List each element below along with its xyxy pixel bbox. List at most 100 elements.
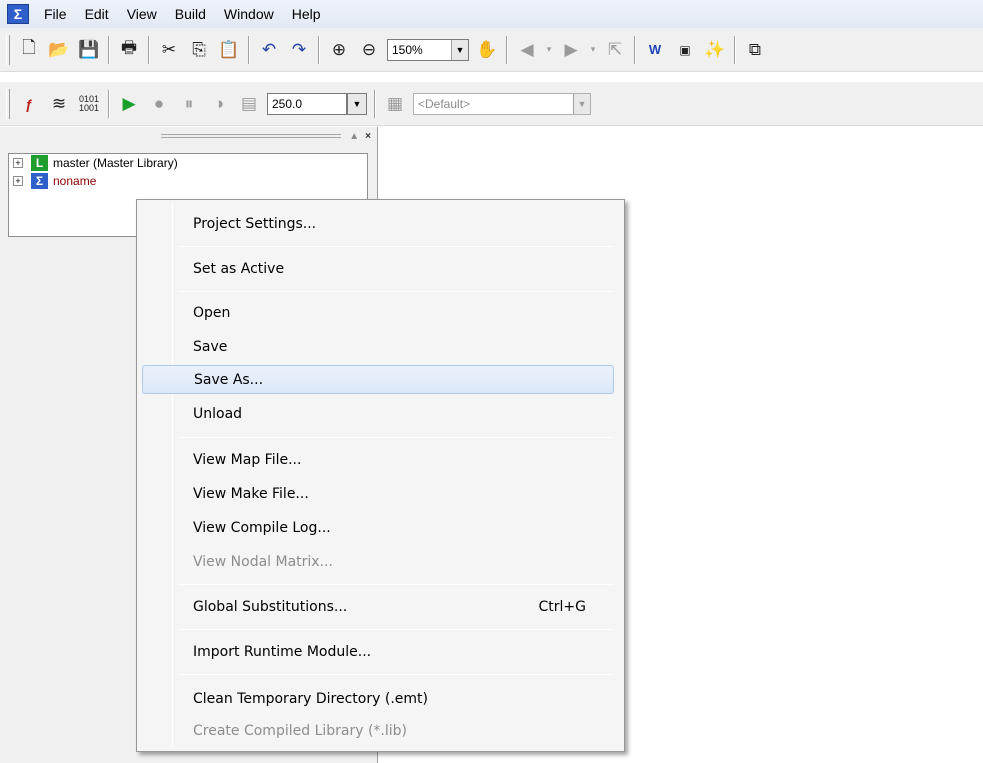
context-menu: Project Settings... Set as Active Open S…: [136, 199, 625, 752]
menu-item-label: Import Runtime Module...: [193, 643, 372, 660]
new-file-icon[interactable]: 🗋: [16, 37, 42, 63]
expand-icon[interactable]: +: [13, 176, 23, 186]
navigate-up-icon[interactable]: ⇱: [602, 37, 628, 63]
menu-item-label: Open: [193, 304, 231, 321]
menu-item-label: Set as Active: [193, 260, 285, 277]
library-icon: L: [31, 155, 48, 171]
project-icon: Σ: [31, 173, 48, 189]
menu-item-label: Clean Temporary Directory (.emt): [193, 690, 428, 707]
pause-icon[interactable]: ⏸: [176, 91, 202, 117]
toolbar-separator: [734, 35, 736, 64]
menu-view[interactable]: View: [118, 0, 166, 28]
toolbar-separator: [506, 35, 508, 64]
menu-item-unload[interactable]: Unload: [142, 399, 614, 428]
waveform-icon[interactable]: W: [642, 37, 668, 63]
menu-item-clean-temporary-directory[interactable]: Clean Temporary Directory (.emt): [142, 684, 614, 713]
save-icon[interactable]: 💾: [76, 37, 102, 63]
speed-value: 250.0: [272, 96, 303, 111]
forward-icon[interactable]: ▶: [558, 37, 584, 63]
record-icon[interactable]: ●: [146, 91, 172, 117]
menu-item-save[interactable]: Save: [142, 332, 614, 361]
menu-item-label: Save: [193, 338, 228, 355]
menu-item-label: View Make File...: [193, 485, 309, 502]
toolbar-separator: [248, 35, 250, 64]
zoom-combo[interactable]: 150% ▼: [387, 38, 469, 61]
copy-icon[interactable]: ⎘: [186, 37, 212, 63]
chevron-down-icon[interactable]: ▼: [348, 93, 366, 114]
binoculars-icon[interactable]: ⧉: [742, 37, 768, 63]
config-icon[interactable]: ▦: [382, 91, 408, 117]
toolbar-separator: [374, 89, 376, 118]
snapshot-icon[interactable]: ▤: [236, 91, 262, 117]
back-icon[interactable]: ◀: [514, 37, 540, 63]
paste-icon[interactable]: 📋: [216, 37, 242, 63]
menu-item-label: Save As...: [194, 371, 264, 388]
forward-dropdown-icon[interactable]: ▾: [588, 37, 598, 63]
menu-gutter: [172, 203, 173, 748]
menu-item-view-nodal-matrix: View Nodal Matrix...: [142, 547, 614, 576]
menu-window[interactable]: Window: [215, 0, 283, 28]
function-icon[interactable]: ƒ: [16, 91, 42, 117]
menu-item-import-runtime-module[interactable]: Import Runtime Module...: [142, 637, 614, 666]
menu-item-set-as-active[interactable]: Set as Active: [142, 254, 614, 283]
app-icon[interactable]: Σ: [7, 4, 29, 24]
menu-item-save-as[interactable]: Save As...: [142, 365, 614, 394]
configuration-combo[interactable]: <Default> ▼: [413, 92, 591, 115]
toolbar-separator: [148, 35, 150, 64]
tree-item-noname[interactable]: + Σ noname: [9, 172, 367, 190]
menu-item-label: Create Compiled Library (*.lib): [193, 722, 408, 739]
pan-hand-icon[interactable]: ✋: [474, 37, 500, 63]
open-folder-icon[interactable]: 📂: [46, 37, 72, 63]
undo-icon[interactable]: ↶: [256, 37, 282, 63]
pane-grip[interactable]: [161, 134, 342, 138]
chevron-down-icon[interactable]: ▼: [451, 39, 468, 60]
redo-icon[interactable]: ↷: [286, 37, 312, 63]
menu-item-label: Unload: [193, 405, 243, 422]
menu-item-global-substitutions[interactable]: Global Substitutions... Ctrl+G: [142, 592, 614, 621]
toolbar-grip[interactable]: [6, 34, 10, 65]
menu-item-label: View Map File...: [193, 451, 302, 468]
stack-icon[interactable]: ≋: [46, 91, 72, 117]
tree-item-master[interactable]: + L master (Master Library): [9, 154, 367, 172]
menu-item-view-map-file[interactable]: View Map File...: [142, 445, 614, 474]
menu-item-view-make-file[interactable]: View Make File...: [142, 479, 614, 508]
menu-separator: [178, 584, 614, 585]
menu-separator: [178, 674, 614, 675]
menu-edit[interactable]: Edit: [76, 0, 118, 28]
binary-icon[interactable]: 0101 1001: [76, 91, 102, 117]
pane-header: ▲ ×: [0, 127, 377, 145]
pane-autohide-icon[interactable]: ▲: [349, 131, 359, 142]
data-icon[interactable]: ▣: [672, 37, 698, 63]
menu-item-label: View Nodal Matrix...: [193, 553, 333, 570]
menu-item-project-settings[interactable]: Project Settings...: [142, 209, 614, 238]
menu-item-open[interactable]: Open: [142, 298, 614, 327]
toolbar-grip[interactable]: [6, 88, 10, 119]
menu-item-shortcut: Ctrl+G: [538, 598, 587, 615]
toolbar-separator: [634, 35, 636, 64]
toolbar-separator: [108, 89, 110, 118]
menu-item-create-compiled-library: Create Compiled Library (*.lib): [142, 716, 614, 745]
run-icon[interactable]: ▶: [116, 91, 142, 117]
speed-dropdown[interactable]: ▼: [347, 92, 367, 115]
menu-separator: [178, 291, 614, 292]
wizard-icon[interactable]: ✨: [702, 37, 728, 63]
menu-item-view-compile-log[interactable]: View Compile Log...: [142, 513, 614, 542]
expand-icon[interactable]: +: [13, 158, 23, 168]
step-icon[interactable]: ◑: [206, 91, 232, 117]
menu-build[interactable]: Build: [166, 0, 215, 28]
zoom-in-icon[interactable]: ⊕: [326, 37, 352, 63]
print-icon[interactable]: 🖶: [116, 37, 142, 63]
speed-field[interactable]: 250.0: [267, 92, 347, 115]
build-toolbar: ƒ ≋ 0101 1001 ▶ ● ⏸ ◑ ▤ 250.0 ▼ ▦ <Defaul…: [0, 82, 983, 126]
menu-separator: [178, 246, 614, 247]
chevron-down-icon[interactable]: ▼: [573, 93, 590, 114]
back-dropdown-icon[interactable]: ▾: [544, 37, 554, 63]
tree-item-label: noname: [53, 174, 97, 188]
cut-icon[interactable]: ✂: [156, 37, 182, 63]
menu-file[interactable]: File: [35, 0, 76, 28]
close-icon[interactable]: ×: [365, 131, 371, 142]
menu-bar: Σ File Edit View Build Window Help: [0, 0, 983, 28]
zoom-out-icon[interactable]: ⊖: [356, 37, 382, 63]
menu-help[interactable]: Help: [283, 0, 330, 28]
menu-separator: [178, 437, 614, 438]
